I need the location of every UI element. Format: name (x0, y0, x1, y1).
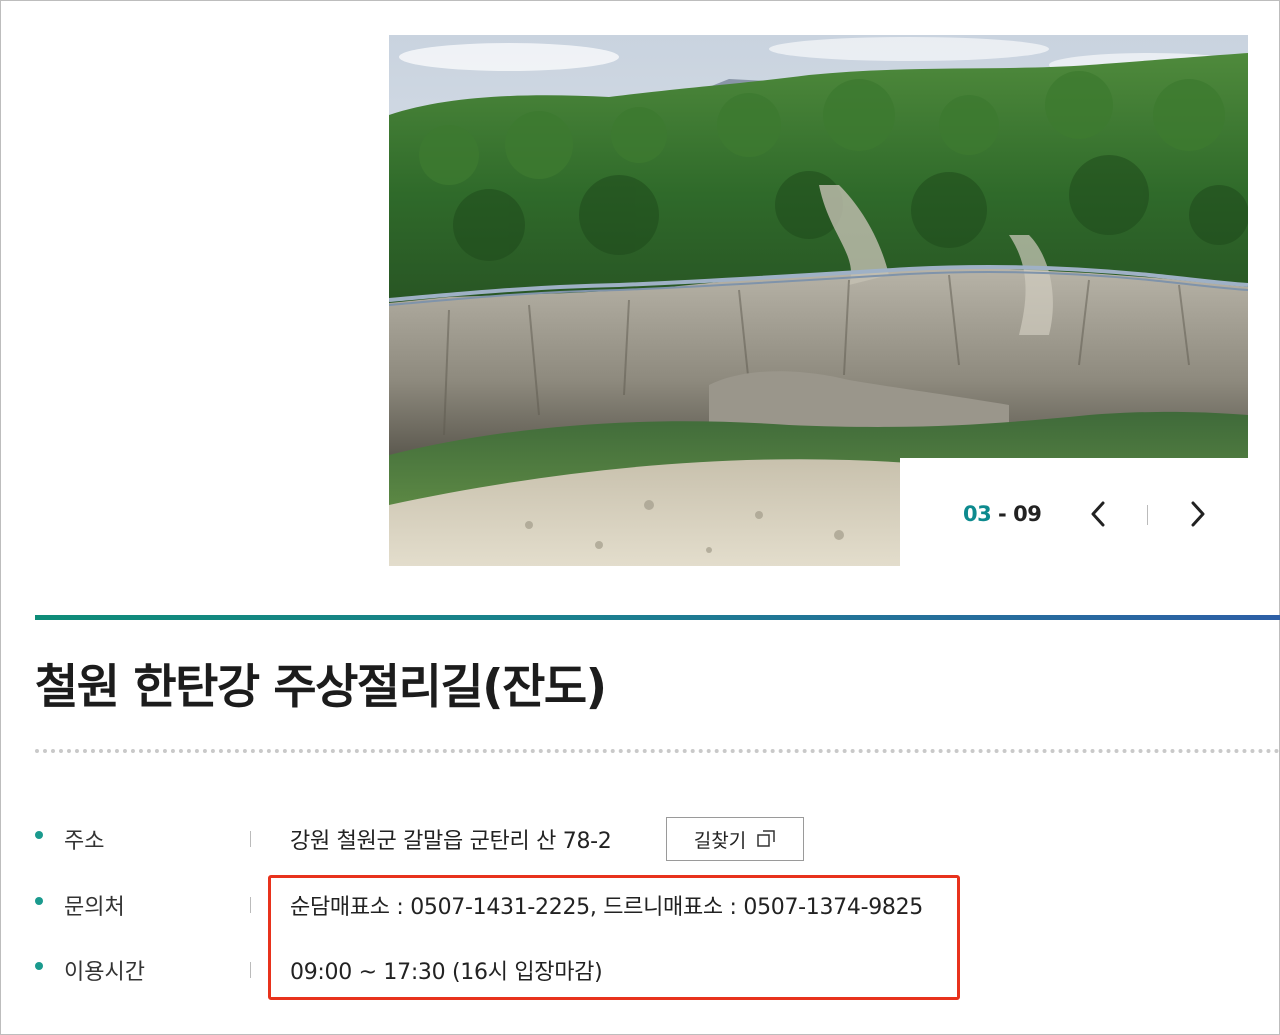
address-value: 강원 철원군 갈말읍 군탄리 산 78-2 (290, 829, 612, 854)
label-separator (250, 897, 251, 913)
label-separator (250, 962, 251, 978)
info-row-hours: 이용시간 09:00 ~ 17:30 (16시 입장마감) (35, 948, 1235, 988)
chevron-left-icon (1091, 501, 1105, 527)
page-title: 철원 한탄강 주상절리길(잔도) (35, 660, 607, 715)
slide-counter: 03 - 09 (963, 502, 1042, 526)
info-row-contact: 문의처 순담매표소 : 0507-1431-2225, 드르니매표소 : 050… (35, 883, 1235, 923)
gallery-pager: 03 - 09 (900, 458, 1248, 566)
hours-value: 09:00 ~ 17:30 (16시 입장마감) (290, 960, 603, 985)
current-slide: 03 (963, 502, 992, 526)
info-row-address: 주소 강원 철원군 갈말읍 군탄리 산 78-2 길찾기 (35, 817, 1235, 861)
next-slide-button[interactable] (1182, 496, 1212, 532)
hours-label: 이용시간 (64, 960, 145, 985)
pager-divider (1147, 505, 1148, 525)
contact-label: 문의처 (64, 895, 125, 920)
address-label: 주소 (64, 829, 105, 854)
bullet-icon (35, 897, 43, 905)
contact-value: 순담매표소 : 0507-1431-2225, 드르니매표소 : 0507-13… (290, 895, 924, 920)
total-slides: 09 (1013, 502, 1042, 526)
directions-button-label: 길찾기 (693, 829, 747, 852)
title-accent-bar (35, 615, 1280, 620)
bullet-icon (35, 962, 43, 970)
photo-gallery: 03 - 09 (389, 35, 1248, 566)
prev-slide-button[interactable] (1084, 496, 1114, 532)
bullet-icon (35, 831, 43, 839)
counter-separator: - (998, 502, 1007, 526)
label-separator (250, 831, 251, 847)
dotted-divider (35, 749, 1280, 753)
directions-button[interactable]: 길찾기 (666, 817, 804, 861)
chevron-right-icon (1191, 501, 1205, 527)
external-window-icon (757, 830, 775, 847)
